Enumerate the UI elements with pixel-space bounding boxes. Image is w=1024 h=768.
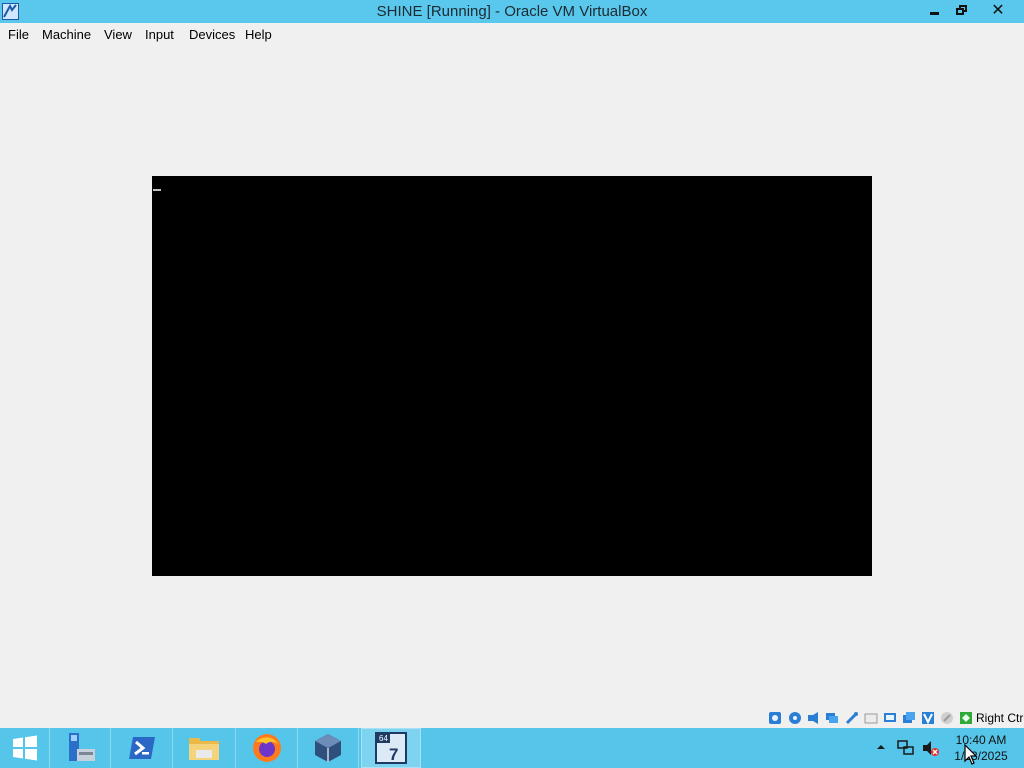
start-button[interactable] [0, 728, 50, 768]
file-explorer-icon [189, 738, 219, 760]
vm-screen[interactable] [152, 176, 872, 576]
vm-version-number: 7 [389, 745, 398, 764]
taskbar: 64 7 10:40 AM 1/13/2025 [0, 728, 1024, 768]
vt-x-icon[interactable] [921, 711, 935, 725]
mouse-integration-icon[interactable] [940, 711, 954, 725]
video-capture-icon[interactable] [902, 711, 916, 725]
taskbar-file-explorer[interactable] [173, 728, 236, 768]
restore-button[interactable] [948, 0, 975, 20]
keyboard-capture-icon[interactable] [959, 711, 973, 725]
menu-help[interactable]: Help [245, 27, 272, 42]
menu-devices[interactable]: Devices [189, 27, 235, 42]
title-bar[interactable]: SHINE [Running] - Oracle VM VirtualBox ✕ [0, 0, 1024, 23]
clock[interactable]: 10:40 AM 1/13/2025 [948, 732, 1014, 764]
window-title: SHINE [Running] - Oracle VM VirtualBox [376, 3, 648, 20]
vm-arch-badge: 64 [379, 734, 388, 743]
server-manager-icon [69, 733, 95, 761]
taskbar-firefox[interactable] [236, 728, 298, 768]
minimize-button[interactable] [921, 0, 948, 20]
text-cursor [153, 189, 161, 191]
hard-disk-icon[interactable] [768, 711, 782, 725]
clock-date: 1/13/2025 [954, 749, 1008, 763]
firefox-icon [252, 734, 281, 762]
restore-icon [956, 5, 967, 15]
taskbar-powershell[interactable] [111, 728, 173, 768]
close-icon: ✕ [991, 2, 1005, 19]
vm-window-icon: 64 7 [375, 732, 407, 764]
menu-file[interactable]: File [8, 27, 29, 42]
vm-status-bar: Right Ctrl [766, 709, 1024, 727]
taskbar-vm-window[interactable]: 64 7 [361, 728, 421, 768]
menu-view[interactable]: View [104, 27, 132, 42]
network-icon[interactable] [897, 739, 915, 757]
virtualbox-icon [315, 734, 341, 762]
shared-folders-icon[interactable] [864, 711, 878, 725]
usb-icon[interactable] [845, 711, 859, 725]
taskbar-virtualbox[interactable] [298, 728, 359, 768]
clock-time: 10:40 AM [955, 733, 1007, 747]
minimize-icon [930, 11, 939, 15]
optical-drive-icon[interactable] [788, 711, 802, 725]
audio-icon[interactable] [807, 711, 821, 725]
host-key-label: Right Ctrl [976, 711, 1024, 725]
display-icon[interactable] [883, 711, 897, 725]
network-icon[interactable] [825, 711, 839, 725]
volume-muted-icon[interactable] [921, 739, 939, 757]
show-hidden-icons-arrow-icon[interactable] [876, 742, 886, 752]
menu-bar: File Machine View Input Devices Help [0, 23, 1024, 45]
menu-machine[interactable]: Machine [42, 27, 91, 42]
powershell-icon [128, 737, 155, 759]
menu-input[interactable]: Input [145, 27, 174, 42]
close-button[interactable]: ✕ [975, 0, 1021, 20]
taskbar-server-manager[interactable] [50, 728, 111, 768]
windows-start-icon [12, 735, 37, 761]
mouse-pointer-icon [964, 744, 978, 765]
